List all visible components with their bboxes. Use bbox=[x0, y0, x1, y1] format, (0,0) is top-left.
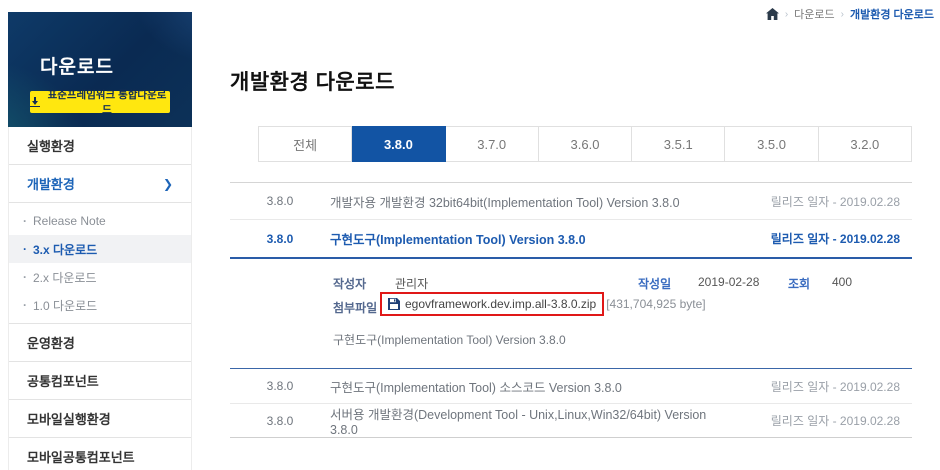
sidebar-item-runtime[interactable]: 실행환경 bbox=[9, 127, 191, 165]
row-release-date: 릴리즈 일자 - 2019.02.28 bbox=[727, 378, 912, 395]
sidebar-subitem-label: 3.x 다운로드 bbox=[33, 241, 97, 258]
row-release-date: 릴리즈 일자 - 2019.02.28 bbox=[727, 230, 912, 247]
tab-3-6-0[interactable]: 3.6.0 bbox=[539, 126, 632, 162]
sidebar-subitem-label: 1.0 다운로드 bbox=[33, 297, 97, 314]
sidebar-title: 다운로드 bbox=[40, 52, 114, 79]
page: › 다운로드 › 개발환경 다운로드 다운로드 표준프레임워크 통합다운로드 실… bbox=[0, 0, 940, 470]
author-value: 관리자 bbox=[395, 275, 428, 292]
author-label: 작성자 bbox=[333, 275, 366, 292]
views-label: 조회 bbox=[788, 275, 810, 292]
row-title: 구현도구(Implementation Tool) Version 3.8.0 bbox=[330, 229, 727, 248]
floppy-disk-icon bbox=[388, 298, 400, 310]
sidebar-subitem-label: 2.x 다운로드 bbox=[33, 269, 97, 286]
sidebar-item-label: 실행환경 bbox=[27, 136, 75, 155]
sidebar-item-label: 공통컴포넌트 bbox=[27, 371, 99, 390]
tab-3-5-1[interactable]: 3.5.1 bbox=[632, 126, 725, 162]
sidebar-subitem-3x-download[interactable]: 3.x 다운로드 bbox=[9, 235, 191, 263]
attachment-label: 첨부파일 bbox=[333, 299, 377, 316]
tab-3-8-0[interactable]: 3.8.0 bbox=[352, 126, 445, 162]
breadcrumb-item-current: 개발환경 다운로드 bbox=[850, 6, 934, 22]
chevron-right-icon: ❯ bbox=[163, 177, 173, 191]
attachment-line: egovframework.dev.imp.all-3.8.0.zip [431… bbox=[380, 292, 706, 316]
post-body-text: 구현도구(Implementation Tool) Version 3.8.0 bbox=[333, 331, 566, 348]
row-version: 3.8.0 bbox=[230, 232, 330, 246]
write-date-value: 2019-02-28 bbox=[698, 275, 759, 289]
table-row-expanded[interactable]: 3.8.0 구현도구(Implementation Tool) Version … bbox=[230, 220, 912, 259]
sidebar-item-dev-env[interactable]: 개발환경 ❯ bbox=[9, 165, 191, 203]
row-title: 구현도구(Implementation Tool) 소스코드 Version 3… bbox=[330, 377, 727, 396]
sidebar-subitem-release-note[interactable]: Release Note bbox=[9, 207, 191, 235]
table-row[interactable]: 3.8.0 구현도구(Implementation Tool) 소스코드 Ver… bbox=[230, 369, 912, 404]
sidebar-item-label: 모바일공통컴포넌트 bbox=[27, 447, 135, 466]
sidebar-item-mobile-runtime[interactable]: 모바일실행환경 bbox=[9, 400, 191, 438]
sidebar-item-common-component[interactable]: 공통컴포넌트 bbox=[9, 362, 191, 400]
sidebar-item-mobile-common-component[interactable]: 모바일공통컴포넌트 bbox=[9, 438, 191, 470]
framework-download-label: 표준프레임워크 통합다운로드 bbox=[44, 87, 170, 117]
tab-all[interactable]: 전체 bbox=[258, 126, 352, 162]
sidebar-header: 다운로드 표준프레임워크 통합다운로드 bbox=[8, 12, 192, 127]
row-version: 3.8.0 bbox=[230, 194, 330, 208]
breadcrumb-item-download[interactable]: 다운로드 bbox=[794, 6, 834, 22]
home-icon[interactable] bbox=[766, 8, 779, 20]
views-value: 400 bbox=[832, 275, 852, 289]
sidebar-subitem-2x-download[interactable]: 2.x 다운로드 bbox=[9, 263, 191, 291]
sidebar-submenu: Release Note 3.x 다운로드 2.x 다운로드 1.0 다운로드 bbox=[9, 203, 191, 324]
table-row[interactable]: 3.8.0 서버용 개발환경(Development Tool - Unix,L… bbox=[230, 404, 912, 438]
sidebar-item-label: 개발환경 bbox=[27, 174, 75, 193]
row-version: 3.8.0 bbox=[230, 414, 330, 428]
download-icon bbox=[30, 97, 40, 107]
row-title: 개발자용 개발환경 32bit64bit(Implementation Tool… bbox=[330, 192, 727, 211]
sidebar-subitem-label: Release Note bbox=[33, 214, 106, 228]
row-version: 3.8.0 bbox=[230, 379, 330, 393]
tab-3-2-0[interactable]: 3.2.0 bbox=[819, 126, 912, 162]
breadcrumb: › 다운로드 › 개발환경 다운로드 bbox=[766, 6, 934, 22]
row-release-date: 릴리즈 일자 - 2019.02.28 bbox=[727, 193, 912, 210]
sidebar-item-label: 모바일실행환경 bbox=[27, 409, 111, 428]
download-list: 3.8.0 개발자용 개발환경 32bit64bit(Implementatio… bbox=[230, 182, 912, 438]
row-release-date: 릴리즈 일자 - 2019.02.28 bbox=[727, 412, 912, 429]
write-date-label: 작성일 bbox=[638, 275, 671, 292]
row-detail-panel: 작성자 관리자 작성일 2019-02-28 조회 400 첨부파일 egovf… bbox=[230, 259, 912, 369]
tab-3-5-0[interactable]: 3.5.0 bbox=[725, 126, 818, 162]
attachment-link[interactable]: egovframework.dev.imp.all-3.8.0.zip bbox=[380, 292, 604, 316]
framework-download-button[interactable]: 표준프레임워크 통합다운로드 bbox=[30, 91, 170, 113]
table-row[interactable]: 3.8.0 개발자용 개발환경 32bit64bit(Implementatio… bbox=[230, 183, 912, 220]
sidebar-item-operation-env[interactable]: 운영환경 bbox=[9, 324, 191, 362]
row-title: 서버용 개발환경(Development Tool - Unix,Linux,W… bbox=[330, 404, 727, 437]
attachment-size: [431,704,925 byte] bbox=[606, 297, 705, 311]
breadcrumb-separator: › bbox=[841, 9, 844, 20]
attachment-filename: egovframework.dev.imp.all-3.8.0.zip bbox=[405, 297, 596, 311]
tab-3-7-0[interactable]: 3.7.0 bbox=[446, 126, 539, 162]
sidebar-subitem-10-download[interactable]: 1.0 다운로드 bbox=[9, 291, 191, 319]
version-tabs: 전체 3.8.0 3.7.0 3.6.0 3.5.1 3.5.0 3.2.0 bbox=[258, 126, 912, 162]
sidebar: 다운로드 표준프레임워크 통합다운로드 실행환경 개발환경 ❯ Release … bbox=[8, 12, 192, 470]
sidebar-menu: 실행환경 개발환경 ❯ Release Note 3.x 다운로드 2.x 다운… bbox=[8, 127, 192, 470]
sidebar-item-label: 운영환경 bbox=[27, 333, 75, 352]
breadcrumb-separator: › bbox=[785, 9, 788, 20]
page-title: 개발환경 다운로드 bbox=[230, 66, 395, 96]
